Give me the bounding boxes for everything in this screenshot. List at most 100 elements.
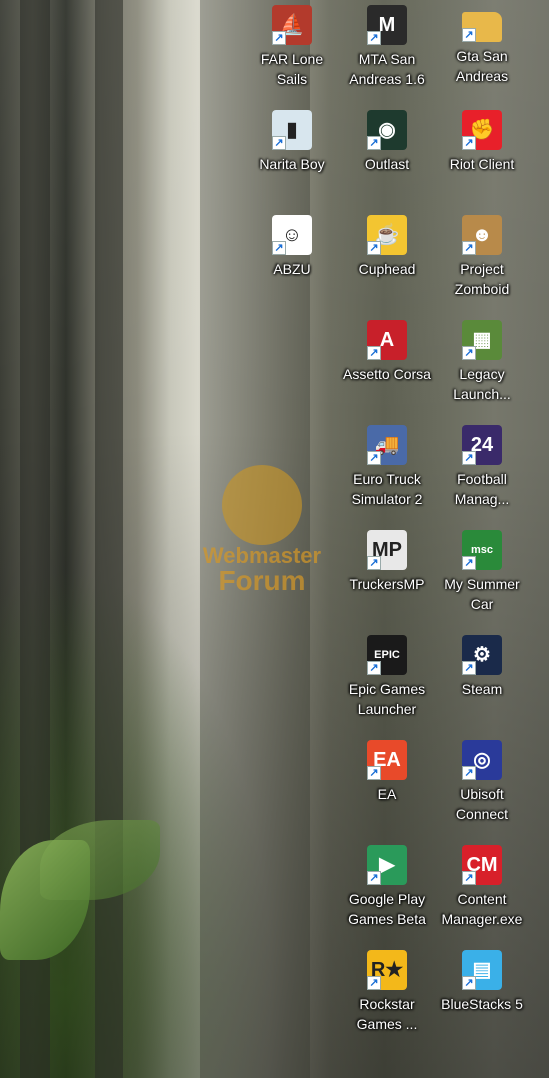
wallpaper-plant	[40, 820, 160, 900]
shortcut-arrow-icon: ↗	[462, 976, 476, 990]
desktop-shortcut[interactable]: ☕ ↗ Cuphead	[340, 210, 434, 315]
shortcut-label: Gta San Andreas	[455, 48, 509, 84]
desktop-shortcut[interactable]: ◎ ↗ Ubisoft Connect	[435, 735, 529, 840]
truckersmp-icon: MP ↗	[367, 530, 407, 570]
desktop-shortcut[interactable]: ✊ ↗ Riot Client	[435, 105, 529, 210]
folder-icon: ↗	[462, 12, 502, 42]
desktop-shortcut[interactable]: EPIC ↗ Epic Games Launcher	[340, 630, 434, 735]
shortcut-label: Rockstar Games ...	[356, 996, 418, 1032]
shortcut-label: Football Manag...	[454, 471, 510, 507]
shortcut-arrow-icon: ↗	[367, 871, 381, 885]
shortcut-label: Google Play Games Beta	[348, 891, 426, 927]
shortcut-arrow-icon: ↗	[367, 766, 381, 780]
shortcut-label: Steam	[461, 681, 503, 697]
desktop-shortcut[interactable]: EA ↗ EA	[340, 735, 434, 840]
shortcut-arrow-icon: ↗	[462, 136, 476, 150]
icon-glyph: ▮	[286, 119, 298, 141]
shortcut-arrow-icon: ↗	[462, 241, 476, 255]
desktop-shortcut[interactable]: ↗ Gta San Andreas	[435, 0, 529, 105]
desktop-shortcut[interactable]: M ↗ MTA San Andreas 1.6	[340, 0, 434, 105]
minecraft-icon: ▦ ↗	[462, 320, 502, 360]
shortcut-arrow-icon: ↗	[367, 241, 381, 255]
football-manager-icon: 24 ↗	[462, 425, 502, 465]
watermark-line1: Webmaster	[202, 543, 322, 568]
webmaster-forum-watermark: Webmaster Forum	[203, 465, 321, 605]
shortcut-arrow-icon: ↗	[462, 346, 476, 360]
shortcut-arrow-icon: ↗	[367, 661, 381, 675]
shortcut-label: Outlast	[364, 156, 410, 172]
shortcut-arrow-icon: ↗	[462, 766, 476, 780]
shortcut-arrow-icon: ↗	[272, 31, 286, 45]
desktop-shortcut[interactable]: ▮ ↗ Narita Boy	[245, 105, 339, 210]
bluestacks-icon: ▤ ↗	[462, 950, 502, 990]
shortcut-label: Ubisoft Connect	[455, 786, 509, 822]
shortcut-arrow-icon: ↗	[462, 556, 476, 570]
shortcut-arrow-icon: ↗	[367, 31, 381, 45]
shortcut-arrow-icon: ↗	[462, 28, 476, 42]
ea-icon: EA ↗	[367, 740, 407, 780]
shortcut-label: EA	[377, 786, 397, 802]
shortcut-arrow-icon: ↗	[367, 451, 381, 465]
google-play-games-icon: ▶ ↗	[367, 845, 407, 885]
shortcut-label: Euro Truck Simulator 2	[351, 471, 423, 507]
icon-glyph: EPIC	[374, 648, 400, 661]
wallpaper-window-frame	[95, 0, 123, 1078]
desktop-shortcut[interactable]: ⚙ ↗ Steam	[435, 630, 529, 735]
steam-icon: ⚙ ↗	[462, 635, 502, 675]
icon-glyph: msc	[470, 543, 494, 556]
desktop-shortcut[interactable]: ☻ ↗ Project Zomboid	[435, 210, 529, 315]
cuphead-icon: ☕ ↗	[367, 215, 407, 255]
narita-boy-icon: ▮ ↗	[272, 110, 312, 150]
shortcut-arrow-icon: ↗	[272, 136, 286, 150]
desktop-shortcut[interactable]: ☺ ↗ ABZU	[245, 210, 339, 315]
shortcut-label: TruckersMP	[349, 576, 425, 592]
shortcut-arrow-icon: ↗	[462, 661, 476, 675]
desktop-shortcut[interactable]: ▶ ↗ Google Play Games Beta	[340, 840, 434, 945]
desktop-shortcut[interactable]: ▦ ↗ Legacy Launch...	[435, 315, 529, 420]
rockstar-icon: R★ ↗	[367, 950, 407, 990]
icon-glyph: M	[378, 14, 396, 36]
shortcut-label: Epic Games Launcher	[348, 681, 426, 717]
shortcut-label: Riot Client	[449, 156, 515, 172]
shortcut-arrow-icon: ↗	[367, 976, 381, 990]
outlast-icon: ◉ ↗	[367, 110, 407, 150]
assetto-corsa-icon: A ↗	[367, 320, 407, 360]
desktop-shortcut[interactable]: CM ↗ Content Manager.exe	[435, 840, 529, 945]
desktop-shortcut[interactable]: MP ↗ TruckersMP	[340, 525, 434, 630]
shortcut-arrow-icon: ↗	[462, 871, 476, 885]
desktop-shortcut[interactable]: msc ↗ My Summer Car	[435, 525, 529, 630]
icon-glyph: A	[379, 329, 395, 351]
shortcut-label: Project Zomboid	[454, 261, 510, 297]
shortcut-label: BlueStacks 5	[441, 996, 523, 1012]
euro-truck-icon: 🚚 ↗	[367, 425, 407, 465]
desktop-shortcut[interactable]: A ↗ Assetto Corsa	[340, 315, 434, 420]
ubisoft-icon: ◎ ↗	[462, 740, 502, 780]
desktop-shortcut[interactable]: R★ ↗ Rockstar Games ...	[340, 945, 434, 1050]
watermark-line2: Forum	[218, 565, 306, 596]
desktop-shortcut[interactable]: 24 ↗ Football Manag...	[435, 420, 529, 525]
shortcut-label: Assetto Corsa	[343, 366, 431, 382]
shortcut-label: Content Manager.exe	[441, 891, 523, 927]
shortcut-arrow-icon: ↗	[272, 241, 286, 255]
shortcut-label: Legacy Launch...	[453, 366, 511, 402]
icon-glyph: ▶	[379, 854, 395, 876]
shortcut-label: Cuphead	[358, 261, 416, 277]
my-summer-car-icon: msc ↗	[462, 530, 502, 570]
desktop-shortcut[interactable]: 🚚 ↗ Euro Truck Simulator 2	[340, 420, 434, 525]
epic-games-icon: EPIC ↗	[367, 635, 407, 675]
project-zomboid-icon: ☻ ↗	[462, 215, 502, 255]
desktop-shortcut[interactable]: ◉ ↗ Outlast	[340, 105, 434, 210]
shortcut-label: FAR Lone Sails	[260, 51, 324, 87]
shortcut-label: MTA San Andreas 1.6	[349, 51, 425, 87]
abzu-icon: ☺ ↗	[272, 215, 312, 255]
desktop-shortcut[interactable]: ▤ ↗ BlueStacks 5	[435, 945, 529, 1050]
shortcut-arrow-icon: ↗	[462, 451, 476, 465]
desktop-shortcut[interactable]: ⛵ ↗ FAR Lone Sails	[245, 0, 339, 105]
shortcut-label: My Summer Car	[444, 576, 520, 612]
shortcut-arrow-icon: ↗	[367, 136, 381, 150]
mascot-logo-icon	[222, 465, 302, 545]
shortcut-arrow-icon: ↗	[367, 556, 381, 570]
content-manager-icon: CM ↗	[462, 845, 502, 885]
riot-client-icon: ✊ ↗	[462, 110, 502, 150]
mta-icon: M ↗	[367, 5, 407, 45]
